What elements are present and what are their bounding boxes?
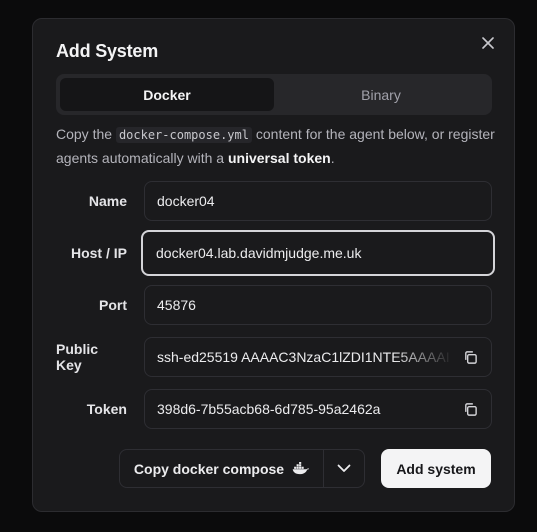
token-value: 398d6-7b55acb68-6d785-95a2462a (157, 401, 381, 417)
copy-docker-compose-button[interactable]: Copy docker compose (120, 450, 324, 487)
add-system-dialog: Add System Docker Binary Copy the docker… (32, 18, 515, 512)
port-field[interactable]: 45876 (144, 285, 492, 325)
host-label: Host / IP (70, 245, 127, 261)
copy-public-key-button[interactable] (461, 348, 479, 366)
host-value: docker04.lab.davidmjudge.me.uk (156, 245, 362, 261)
close-button[interactable] (478, 33, 498, 53)
token-field[interactable]: 398d6-7b55acb68-6d785-95a2462a (144, 389, 492, 429)
port-value: 45876 (157, 297, 196, 313)
port-row: Port 45876 (56, 285, 492, 325)
copy-icon (464, 402, 477, 416)
public-key-value: ssh-ed25519 AAAAC3NzaC1lZDI1NTE5AAAAI (157, 349, 450, 365)
dialog-title: Add System (56, 41, 159, 61)
tab-docker[interactable]: Docker (60, 78, 274, 111)
compose-options-dropdown[interactable] (324, 450, 364, 487)
public-key-label: Public Key (56, 341, 99, 373)
compose-filename: docker-compose.yml (115, 127, 252, 143)
tab-binary[interactable]: Binary (274, 78, 488, 111)
name-value: docker04 (157, 193, 215, 209)
name-field[interactable]: docker04 (144, 181, 492, 221)
dialog-description: Copy the docker-compose.yml content for … (56, 123, 496, 170)
description-text: Copy the (56, 126, 116, 142)
copy-compose-split-button: Copy docker compose (119, 449, 365, 488)
name-row: Name docker04 (56, 181, 492, 221)
host-row: Host / IP docker04.lab.davidmjudge.me.uk (56, 230, 495, 276)
host-field[interactable]: docker04.lab.davidmjudge.me.uk (141, 230, 495, 276)
universal-token-text: universal token (227, 150, 331, 166)
port-label: Port (99, 297, 127, 313)
public-key-field[interactable]: ssh-ed25519 AAAAC3NzaC1lZDI1NTE5AAAAI (144, 337, 492, 377)
copy-token-button[interactable] (461, 400, 479, 418)
chevron-down-icon (337, 464, 351, 472)
token-label: Token (86, 401, 127, 417)
token-row: Token 398d6-7b55acb68-6d785-95a2462a (56, 389, 492, 429)
install-method-tabs: Docker Binary (56, 74, 492, 115)
docker-icon (292, 462, 309, 475)
close-icon (482, 37, 494, 49)
name-label: Name (88, 193, 127, 209)
add-system-button[interactable]: Add system (381, 449, 491, 488)
public-key-row: Public Key ssh-ed25519 AAAAC3NzaC1lZDI1N… (56, 337, 492, 377)
description-text: . (330, 150, 335, 166)
copy-docker-compose-label: Copy docker compose (133, 460, 285, 477)
copy-icon (464, 350, 477, 364)
